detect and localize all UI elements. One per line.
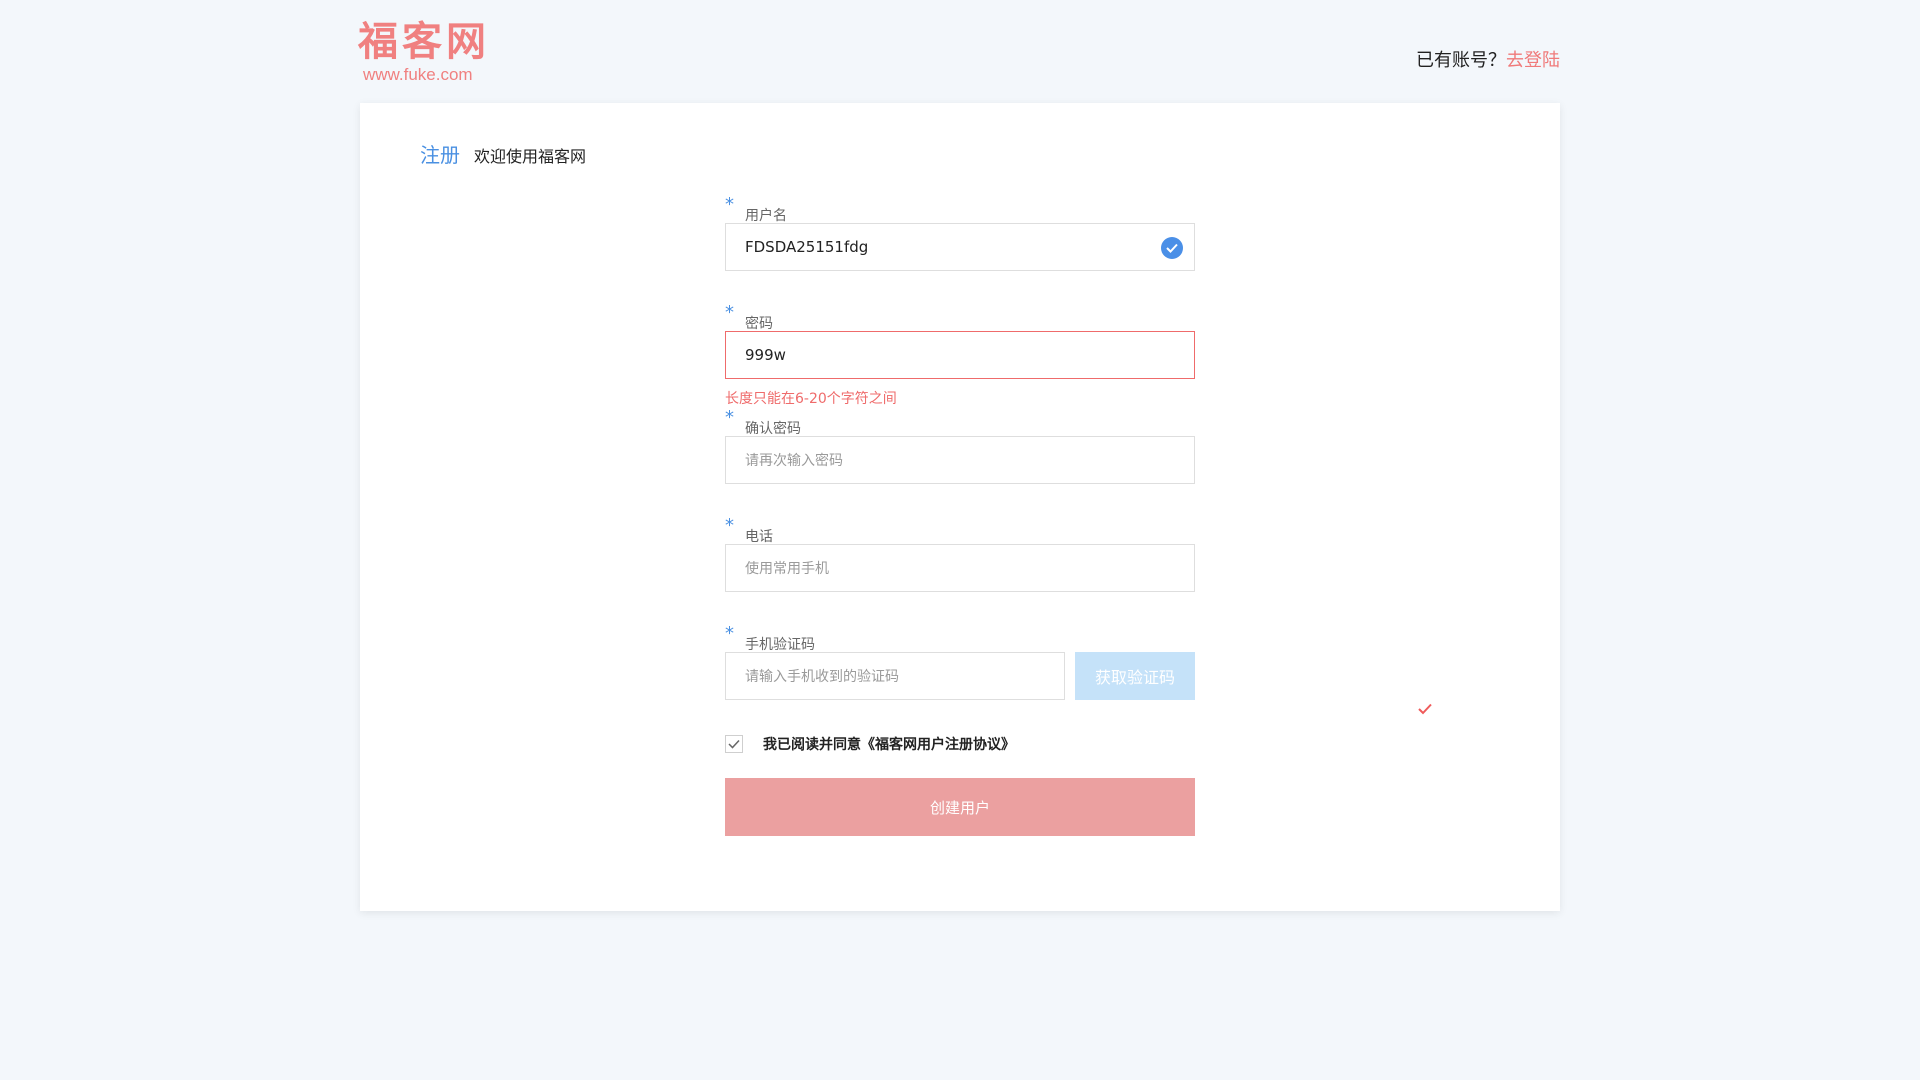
- required-mark: *: [725, 194, 734, 215]
- sms-code-input-box: [725, 652, 1065, 700]
- agreement-text[interactable]: 我已阅读并同意《福客网用户注册协议》: [763, 734, 1015, 754]
- phone-label: 电话: [745, 529, 773, 545]
- agreement-row: 我已阅读并同意《福客网用户注册协议》: [725, 734, 1195, 754]
- valid-check-icon: [1161, 237, 1183, 259]
- confirm-password-label: 确认密码: [745, 421, 801, 437]
- username-input[interactable]: [726, 224, 1145, 270]
- confirm-password-field: * 确认密码: [725, 408, 1195, 484]
- username-field: * 用户名: [725, 195, 1195, 271]
- page: 福客网 www.fuke.com 已有账号？去登陆 注册 欢迎使用福客网 * 用…: [0, 0, 1920, 1080]
- required-mark: *: [725, 302, 734, 323]
- sms-code-field: * 手机验证码 获取验证码: [725, 624, 1195, 700]
- confirm-password-input-box: [725, 436, 1195, 484]
- card-title: 注册 欢迎使用福客网: [420, 139, 586, 168]
- agreement-checkbox[interactable]: [725, 735, 743, 753]
- phone-field: * 电话: [725, 516, 1195, 592]
- logo[interactable]: 福客网 www.fuke.com: [358, 18, 498, 84]
- checkmark-icon: [1418, 700, 1432, 719]
- phone-input[interactable]: [726, 545, 1145, 591]
- required-mark: *: [725, 515, 734, 536]
- login-link[interactable]: 去登陆: [1506, 50, 1560, 71]
- confirm-password-input[interactable]: [726, 437, 1145, 483]
- register-form: * 用户名 * 密码 长度: [725, 195, 1195, 836]
- password-field: * 密码 长度只能在6-20个字符之间: [725, 302, 1195, 407]
- register-card: 注册 欢迎使用福客网 * 用户名 *: [360, 103, 1560, 911]
- password-input-box: [725, 331, 1195, 379]
- tab-register[interactable]: 注册: [420, 139, 460, 168]
- username-input-box: [725, 223, 1195, 271]
- logo-title: 福客网: [358, 18, 490, 65]
- sms-code-row: 获取验证码: [725, 652, 1195, 700]
- required-mark: *: [725, 407, 734, 428]
- sms-code-input[interactable]: [726, 653, 1045, 699]
- sms-code-label: 手机验证码: [745, 637, 815, 653]
- login-prompt: 已有账号？去登陆: [1416, 46, 1560, 72]
- welcome-text: 欢迎使用福客网: [474, 147, 587, 166]
- create-user-button[interactable]: 创建用户: [725, 778, 1195, 836]
- login-prompt-text: 已有账号？: [1416, 50, 1506, 71]
- get-code-button[interactable]: 获取验证码: [1075, 652, 1195, 700]
- password-error: 长度只能在6-20个字符之间: [725, 391, 897, 407]
- username-label: 用户名: [745, 208, 787, 224]
- password-input[interactable]: [726, 332, 1145, 378]
- required-mark: *: [725, 623, 734, 644]
- phone-input-box: [725, 544, 1195, 592]
- password-label: 密码: [745, 316, 773, 332]
- logo-url: www.fuke.com: [363, 65, 473, 84]
